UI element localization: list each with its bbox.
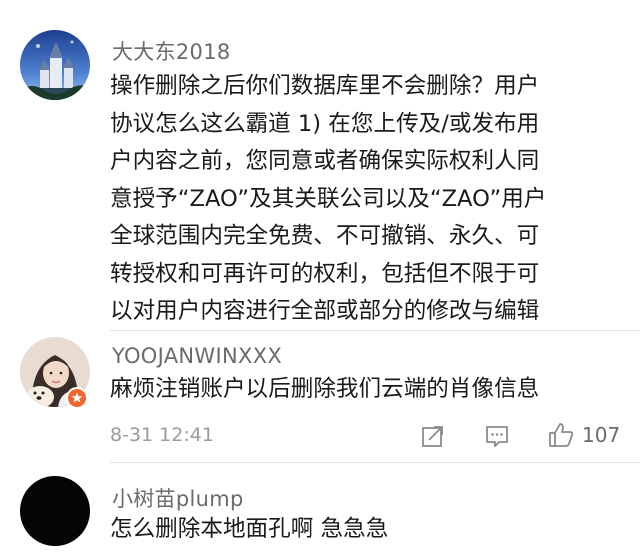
like-count: 107	[582, 423, 621, 447]
comment-item: 大大东2018 操作删除之后你们数据库里不会删除？用户 协议怎么这么霸道 1) …	[0, 0, 640, 330]
comment-text: 操作删除之后你们数据库里不会删除？用户 协议怎么这么霸道 1) 在您上传及/或发…	[110, 68, 625, 331]
comment-text-line: 意授予“ZAO”及其关联公司以及“ZAO”用户	[110, 185, 547, 212]
share-icon[interactable]	[420, 423, 446, 449]
comment-icon[interactable]	[484, 423, 510, 449]
comment-username[interactable]: YOOJANWINXXX	[112, 344, 282, 368]
comment-text-line: 协议怎么这么霸道 1) 在您上传及/或发布用	[110, 110, 540, 137]
comment-text-line: 怎么删除本地面孔啊 急急急	[110, 516, 389, 542]
comment-item: 小树苗plump 怎么删除本地面孔啊 急急急	[0, 463, 640, 556]
comment-text-line: 以对用户内容进行全部或部分的修改与编辑	[110, 298, 540, 324]
comment-username[interactable]: 大大东2018	[112, 36, 231, 66]
avatar[interactable]	[20, 476, 90, 546]
castle-avatar-image	[20, 30, 90, 100]
comment-text: 麻烦注销账户以后删除我们云端的肖像信息	[110, 371, 625, 409]
comment-text-line: 操作删除之后你们数据库里不会删除？用户	[110, 73, 540, 99]
comment-username[interactable]: 小树苗plump	[112, 483, 244, 513]
thumbs-up-icon[interactable]	[547, 421, 575, 449]
avatar[interactable]	[20, 30, 90, 100]
comment-text: 怎么删除本地面孔啊 急急急	[110, 511, 625, 549]
comment-item: YOOJANWINXXX 麻烦注销账户以后删除我们云端的肖像信息 8-31 12…	[0, 331, 640, 462]
comment-text-line: 全球范围内完全免费、不可撤销、永久、可	[110, 223, 540, 249]
comment-text-line: 户内容之前，您同意或者确保实际权利人同	[110, 148, 540, 174]
verified-badge-icon	[66, 387, 88, 409]
comment-text-line: 麻烦注销账户以后删除我们云端的肖像信息	[110, 376, 540, 402]
comment-timestamp: 8-31 12:41	[110, 424, 214, 446]
comment-text-line: 转授权和可再许可的权利，包括但不限于可	[110, 260, 540, 287]
